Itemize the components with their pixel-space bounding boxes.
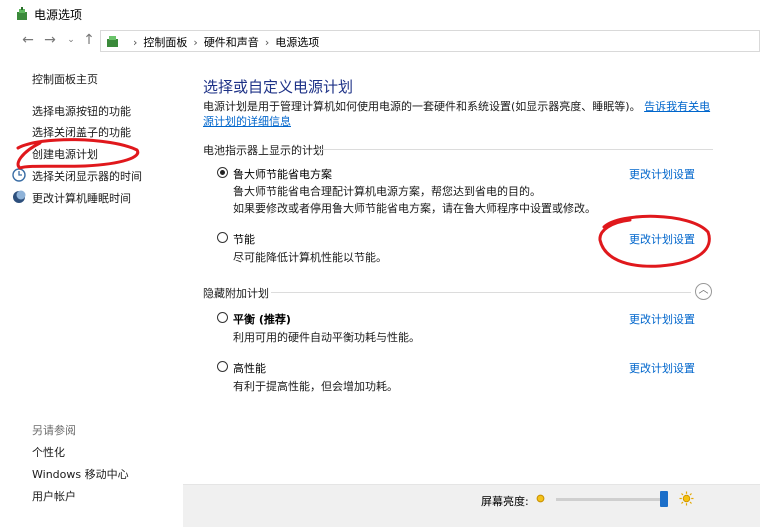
breadcrumb-separator-icon: › xyxy=(133,35,138,49)
sun-dim-icon xyxy=(536,494,545,503)
recent-chevron-icon[interactable]: ⌄ xyxy=(63,32,79,48)
plan-power-saver-desc: 尽可能降低计算机性能以节能。 xyxy=(233,251,387,264)
change-plan-settings-link[interactable]: 更改计划设置 xyxy=(629,166,695,182)
group-divider xyxy=(271,292,691,293)
title-bar: 电源选项 xyxy=(0,0,760,28)
brightness-label: 屏幕亮度: xyxy=(481,495,529,508)
up-arrow-icon[interactable]: ↑ xyxy=(81,32,97,48)
brightness-slider-track[interactable] xyxy=(556,498,666,501)
plan-balanced-name[interactable]: 平衡 (推荐) xyxy=(233,311,291,327)
breadcrumb-separator-icon: › xyxy=(264,35,270,49)
hidden-plans-heading: 隐藏附加计划 xyxy=(203,287,269,300)
plan-power-saver-radio[interactable] xyxy=(217,232,228,243)
plan-high-performance-desc: 有利于提高性能，但会增加功耗。 xyxy=(233,380,398,393)
breadcrumb-hardware-sound[interactable]: 硬件和声音 xyxy=(204,34,259,50)
window-title: 电源选项 xyxy=(34,8,83,22)
brightness-slider-thumb[interactable] xyxy=(659,491,668,507)
power-options-icon xyxy=(17,7,27,20)
breadcrumb: › 控制面板 › 硬件和声音 › 电源选项 xyxy=(127,34,319,50)
battery-plans-heading: 电池指示器上显示的计划 xyxy=(203,144,324,157)
control-panel-icon xyxy=(107,36,118,47)
back-arrow-icon[interactable]: ← xyxy=(20,32,36,48)
brightness-bar: 屏幕亮度: xyxy=(183,484,760,527)
plan-high-performance-name[interactable]: 高性能 xyxy=(233,360,266,376)
plan-ludashi-desc: 鲁大师节能省电合理配计算机电源方案，帮您达到省电的目的。 xyxy=(233,185,541,198)
see-also-mobility-center-link[interactable]: Windows 移动中心 xyxy=(32,466,129,482)
plan-ludashi-note: 如果要修改或者停用鲁大师节能省电方案，请在鲁大师程序中设置或修改。 xyxy=(233,202,596,215)
left-pane: 控制面板主页 选择电源按钮的功能 选择关闭盖子的功能 创建电源计划 选择关闭显示… xyxy=(0,55,183,527)
see-also-personalization-link[interactable]: 个性化 xyxy=(32,444,65,460)
moon-icon xyxy=(13,190,26,203)
group-divider xyxy=(313,149,713,150)
forward-arrow-icon[interactable]: → xyxy=(42,32,58,48)
change-plan-settings-link[interactable]: 更改计划设置 xyxy=(629,311,695,327)
create-power-plan-link[interactable]: 创建电源计划 xyxy=(32,146,98,162)
clock-icon xyxy=(12,168,26,182)
main-content: 选择或自定义电源计划 电源计划是用于管理计算机如何使用电源的一套硬件和系统设置(… xyxy=(183,55,760,527)
intro-text: 电源计划是用于管理计算机如何使用电源的一套硬件和系统设置(如显示器亮度、睡眠等)… xyxy=(203,99,713,129)
control-panel-home-link[interactable]: 控制面板主页 xyxy=(32,71,98,87)
breadcrumb-control-panel[interactable]: 控制面板 xyxy=(143,34,187,50)
display-off-time-link[interactable]: 选择关闭显示器的时间 xyxy=(32,168,142,184)
sun-bright-icon xyxy=(679,491,694,506)
plan-power-saver-name[interactable]: 节能 xyxy=(233,231,255,247)
intro-description: 电源计划是用于管理计算机如何使用电源的一套硬件和系统设置(如显示器亮度、睡眠等)… xyxy=(203,100,641,113)
breadcrumb-power-options[interactable]: 电源选项 xyxy=(275,34,319,50)
address-bar[interactable]: › 控制面板 › 硬件和声音 › 电源选项 xyxy=(100,30,760,52)
lid-close-function-link[interactable]: 选择关闭盖子的功能 xyxy=(32,124,131,140)
sleep-time-link[interactable]: 更改计算机睡眠时间 xyxy=(32,190,131,206)
plan-high-performance-radio[interactable] xyxy=(217,361,228,372)
change-plan-settings-link[interactable]: 更改计划设置 xyxy=(629,360,695,376)
change-plan-settings-link[interactable]: 更改计划设置 xyxy=(629,231,695,247)
plan-ludashi-name[interactable]: 鲁大师节能省电方案 xyxy=(233,166,332,182)
plan-balanced-desc: 利用可用的硬件自动平衡功耗与性能。 xyxy=(233,331,420,344)
page-title: 选择或自定义电源计划 xyxy=(203,78,354,96)
breadcrumb-separator-icon: › xyxy=(193,35,198,49)
see-also-heading: 另请参阅 xyxy=(32,424,76,437)
see-also-user-accounts-link[interactable]: 用户帐户 xyxy=(32,488,76,504)
plan-balanced-radio[interactable] xyxy=(217,312,228,323)
collapse-chevron-icon[interactable]: ︿ xyxy=(695,283,712,300)
power-button-function-link[interactable]: 选择电源按钮的功能 xyxy=(32,103,131,119)
plan-ludashi-radio[interactable] xyxy=(217,167,228,178)
